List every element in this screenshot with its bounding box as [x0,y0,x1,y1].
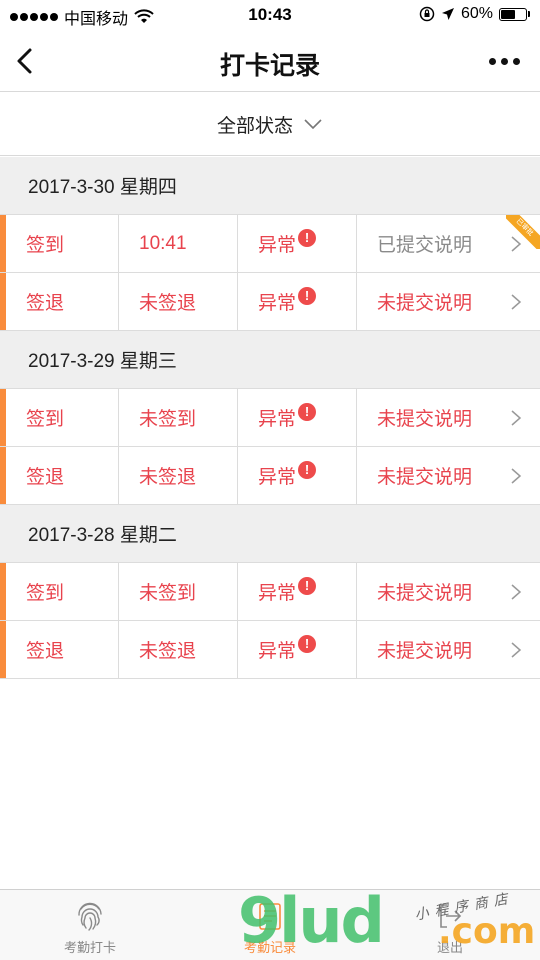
location-icon [441,8,454,20]
record-row[interactable]: 签到 10:41 异常! 已提交说明 已审批 [0,215,540,273]
note-label: 未提交说明 [377,409,473,430]
record-note[interactable]: 未提交说明 [357,447,540,504]
record-note[interactable]: 已提交说明 已审批 [357,215,540,272]
page-title: 打卡记录 [219,52,320,80]
tab-clock-in[interactable]: 考勤打卡 [0,890,180,960]
note-label: 未提交说明 [377,641,473,662]
record-time: 未签退 [119,621,238,678]
rotation-lock-icon [419,6,435,22]
note-label: 已提交说明 [377,235,473,256]
status-bar: 中国移动 10:43 60% [0,0,540,30]
status-label: 异常 [258,235,297,256]
chevron-down-icon [304,119,322,130]
exclamation-icon: ! [298,634,317,653]
chevron-right-icon [511,642,522,658]
date-header: 2017-3-29 星期三 [0,331,540,389]
exclamation-icon: ! [298,402,317,421]
record-type: 签退 [0,447,119,504]
record-list: 2017-3-30 星期四 签到 10:41 异常! 已提交说明 已审批 签退 未签退 异常! 未… [0,157,540,679]
fingerprint-icon [78,902,102,931]
record-row[interactable]: 签退 未签退 异常! 未提交说明 [0,273,540,331]
record-time: 未签退 [119,273,238,330]
exclamation-icon: ! [298,576,317,595]
note-label: 未提交说明 [377,467,473,488]
status-label: 异常 [258,409,297,430]
date-header: 2017-3-30 星期四 [0,157,540,215]
tab-label: 考勤打卡 [63,940,116,955]
battery-icon [499,7,527,21]
chevron-right-icon [511,584,522,600]
record-row[interactable]: 签退 未签退 异常! 未提交说明 [0,621,540,679]
record-time: 未签退 [119,447,238,504]
record-note[interactable]: 未提交说明 [357,621,540,678]
battery-percent: 60% [460,5,493,22]
approved-ribbon: 已审批 [506,215,540,249]
record-type: 签到 [0,563,119,620]
record-type: 签退 [0,621,119,678]
note-label: 未提交说明 [377,583,473,604]
status-right: 60% [419,5,530,23]
record-status: 异常! [238,447,357,504]
tab-label: 考勤记录 [243,940,296,955]
status-filter-label: 全部状态 [216,115,293,137]
record-icon [259,903,281,930]
battery-fill [501,9,516,19]
record-note[interactable]: 未提交说明 [357,563,540,620]
record-type: 签退 [0,273,119,330]
more-icon[interactable] [484,52,524,70]
record-status: 异常! [238,273,357,330]
status-label: 异常 [258,583,297,604]
record-note[interactable]: 未提交说明 [357,389,540,446]
record-time: 10:41 [119,215,238,272]
status-label: 异常 [258,293,297,314]
record-type: 签到 [0,215,119,272]
tab-records[interactable]: 考勤记录 [180,890,360,960]
record-status: 异常! [238,215,357,272]
chevron-right-icon [511,468,522,484]
chevron-right-icon [511,410,522,426]
logout-icon [440,904,462,928]
tab-label: 退出 [436,940,463,955]
record-status: 异常! [238,621,357,678]
note-label: 未提交说明 [377,293,473,314]
tab-logout[interactable]: 退出 [360,890,540,960]
record-type: 签到 [0,389,119,446]
record-time: 未签到 [119,563,238,620]
date-header: 2017-3-28 星期二 [0,505,540,563]
record-row[interactable]: 签退 未签退 异常! 未提交说明 [0,447,540,505]
record-note[interactable]: 未提交说明 [357,273,540,330]
exclamation-icon: ! [298,286,317,305]
exclamation-icon: ! [298,460,317,479]
record-status: 异常! [238,563,357,620]
chevron-right-icon [511,294,522,310]
exclamation-icon: ! [298,228,317,247]
status-label: 异常 [258,467,297,488]
tab-bar: 考勤打卡 考勤记录 退出 [0,889,540,960]
record-time: 未签到 [119,389,238,446]
nav-bar: 打卡记录 [0,30,540,92]
status-filter[interactable]: 全部状态 [0,93,540,156]
record-row[interactable]: 签到 未签到 异常! 未提交说明 [0,389,540,447]
ribbon-label: 已审批 [506,215,540,249]
status-label: 异常 [258,641,297,662]
record-status: 异常! [238,389,357,446]
record-row[interactable]: 签到 未签到 异常! 未提交说明 [0,563,540,621]
